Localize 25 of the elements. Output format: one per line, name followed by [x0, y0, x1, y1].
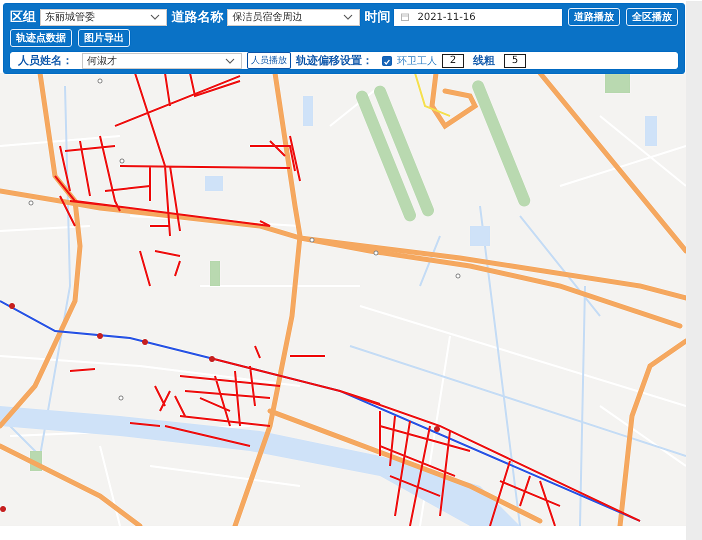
scrollbar[interactable] — [686, 1, 702, 540]
dropdown[interactable]: 何淑才 — [82, 52, 242, 68]
field-label: 区组 — [10, 9, 36, 26]
checkbox[interactable] — [382, 56, 392, 66]
field-label: 人员姓名： — [18, 53, 73, 68]
date-field[interactable]: 2021-11-16 — [394, 8, 562, 26]
number-field[interactable]: 5 — [504, 54, 526, 68]
number-field[interactable]: 2 — [442, 54, 464, 68]
field-label: 线粗 — [473, 53, 495, 68]
map-drawing[interactable] — [0, 73, 686, 526]
checkbox-label: 环卫工人 — [397, 54, 437, 68]
play-button[interactable]: 全区播放 — [626, 8, 678, 26]
dropdown[interactable]: 东丽城管委 — [40, 8, 168, 26]
play-button[interactable]: 人员播放 — [247, 52, 291, 69]
field-label: 轨迹偏移设置： — [296, 53, 373, 68]
export-button[interactable]: 轨迹点数据 — [10, 29, 72, 47]
play-button[interactable]: 道路播放 — [568, 8, 620, 26]
calendar-icon — [401, 13, 410, 21]
chevron-down-icon — [225, 58, 235, 64]
export-button[interactable]: 图片导出 — [78, 29, 130, 47]
chevron-down-icon — [343, 14, 354, 20]
dropdown[interactable]: 保洁员宿舍周边 — [227, 8, 360, 26]
chevron-down-icon — [150, 14, 160, 20]
field-label: 时间 — [364, 9, 390, 26]
field-label: 道路名称 — [171, 9, 224, 26]
